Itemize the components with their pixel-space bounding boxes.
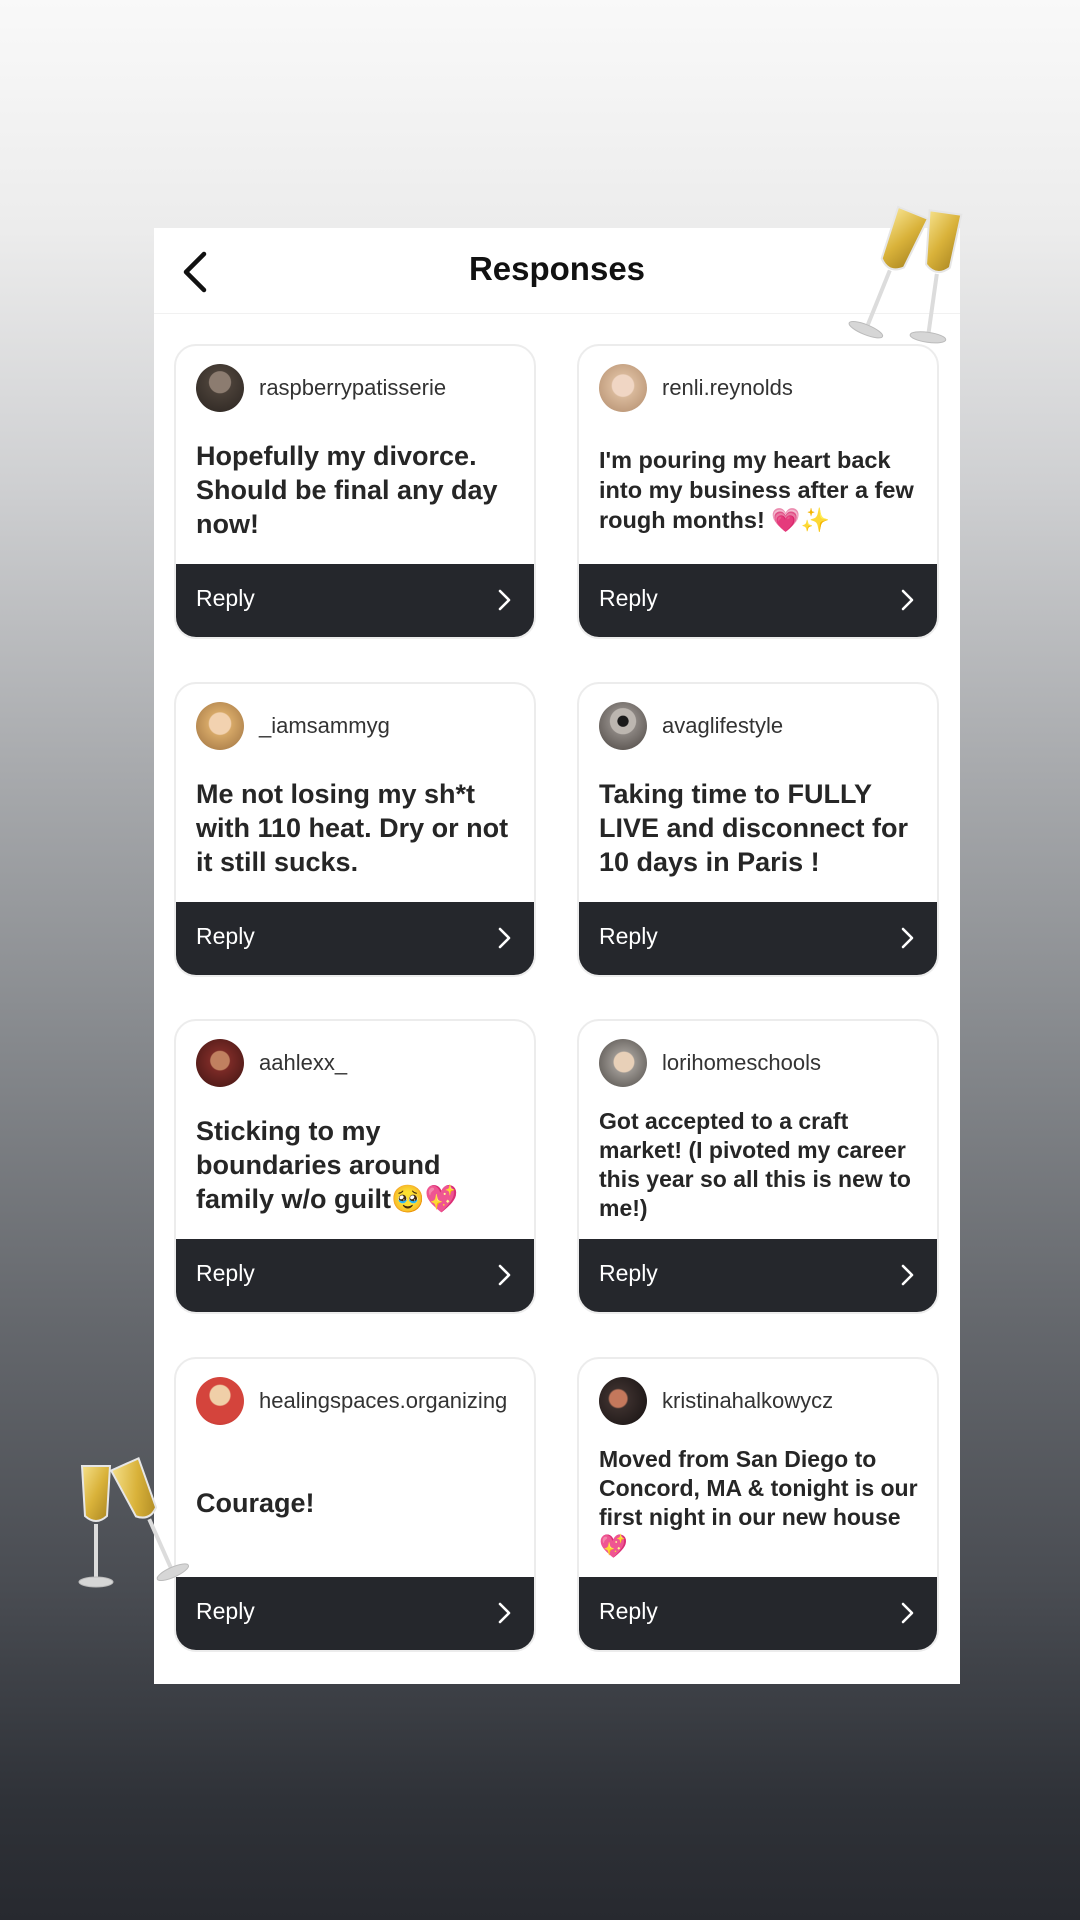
reply-label: Reply <box>196 1260 255 1286</box>
chevron-right-icon <box>899 926 915 950</box>
response-message: Hopefully my divorce. Should be final an… <box>196 441 498 539</box>
response-card: renli.reynolds I'm pouring my heart back… <box>577 344 939 639</box>
response-message: Taking time to FULLY LIVE and disconnect… <box>599 779 909 877</box>
response-message: Courage! <box>196 1488 315 1518</box>
response-message: Me not losing my sh*t with 110 heat. Dry… <box>196 779 509 877</box>
reply-label: Reply <box>196 1598 255 1624</box>
avatar[interactable] <box>599 1039 647 1087</box>
reply-label: Reply <box>599 585 658 611</box>
response-card: _iamsammyg Me not losing my sh*t with 11… <box>174 682 536 977</box>
avatar[interactable] <box>599 702 647 750</box>
username[interactable]: renli.reynolds <box>662 375 793 401</box>
response-card: aahlexx_ Sticking to my boundaries aroun… <box>174 1019 536 1314</box>
response-card: kristinahalkowycz Moved from San Diego t… <box>577 1357 939 1652</box>
reply-label: Reply <box>196 923 255 949</box>
avatar[interactable] <box>196 1377 244 1425</box>
reply-button[interactable]: Reply <box>176 1577 534 1650</box>
responses-panel: Responses raspberrypatisserie Hopefully … <box>154 228 960 1684</box>
reply-button[interactable]: Reply <box>176 1239 534 1312</box>
reply-button[interactable]: Reply <box>176 564 534 637</box>
reply-label: Reply <box>599 923 658 949</box>
reply-button[interactable]: Reply <box>176 902 534 975</box>
chevron-right-icon <box>899 588 915 612</box>
username[interactable]: raspberrypatisserie <box>259 375 446 401</box>
avatar[interactable] <box>196 702 244 750</box>
chevron-right-icon <box>496 588 512 612</box>
avatar[interactable] <box>196 1039 244 1087</box>
reply-button[interactable]: Reply <box>579 1239 937 1312</box>
username[interactable]: kristinahalkowycz <box>662 1388 833 1414</box>
reply-label: Reply <box>196 585 255 611</box>
avatar[interactable] <box>599 1377 647 1425</box>
chevron-right-icon <box>496 1263 512 1287</box>
chevron-right-icon <box>496 926 512 950</box>
chevron-right-icon <box>496 1601 512 1625</box>
reply-button[interactable]: Reply <box>579 1577 937 1650</box>
reply-button[interactable]: Reply <box>579 902 937 975</box>
response-message: I'm pouring my heart back into my busine… <box>599 447 914 533</box>
response-message: Got accepted to a craft market! (I pivot… <box>599 1108 911 1221</box>
reply-label: Reply <box>599 1598 658 1624</box>
username[interactable]: aahlexx_ <box>259 1050 347 1076</box>
response-card: healingspaces.organizing Courage! Reply <box>174 1357 536 1652</box>
response-card: lorihomeschools Got accepted to a craft … <box>577 1019 939 1314</box>
avatar[interactable] <box>599 364 647 412</box>
username[interactable]: healingspaces.organizing <box>259 1388 507 1414</box>
username[interactable]: avaglifestyle <box>662 713 783 739</box>
username[interactable]: _iamsammyg <box>259 713 390 739</box>
response-message: Moved from San Diego to Concord, MA & to… <box>599 1446 918 1559</box>
response-card: raspberrypatisserie Hopefully my divorce… <box>174 344 536 639</box>
reply-button[interactable]: Reply <box>579 564 937 637</box>
avatar[interactable] <box>196 364 244 412</box>
chevron-right-icon <box>899 1601 915 1625</box>
response-card: avaglifestyle Taking time to FULLY LIVE … <box>577 682 939 977</box>
champagne-glasses-icon <box>72 1448 202 1596</box>
username[interactable]: lorihomeschools <box>662 1050 821 1076</box>
response-message: Sticking to my boundaries around family … <box>196 1116 459 1214</box>
chevron-right-icon <box>899 1263 915 1287</box>
champagne-glasses-icon <box>832 200 982 360</box>
reply-label: Reply <box>599 1260 658 1286</box>
